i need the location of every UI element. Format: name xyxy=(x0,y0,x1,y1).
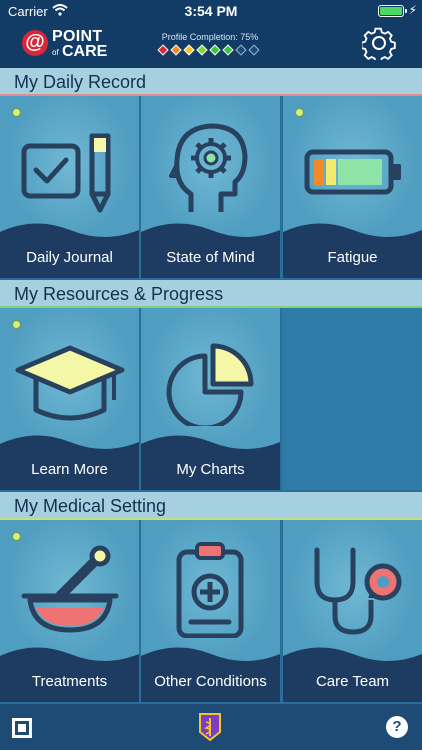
section-header-medical-setting: My Medical Setting xyxy=(0,492,422,520)
profile-completion-label: Profile Completion: 75% xyxy=(161,32,259,42)
completion-diamond xyxy=(157,44,169,56)
clipboard-medical-icon xyxy=(176,542,244,638)
tile-learn-more[interactable]: Learn More xyxy=(0,308,139,490)
help-button[interactable]: ? xyxy=(386,716,408,738)
section-header-daily-record: My Daily Record xyxy=(0,68,422,96)
section-header-resources-progress: My Resources & Progress xyxy=(0,280,422,308)
tile-other-conditions[interactable]: Other Conditions xyxy=(141,520,280,702)
completion-diamond xyxy=(170,44,182,56)
completion-diamond xyxy=(248,44,260,56)
bottom-bar: ? xyxy=(0,704,422,750)
completion-diamond xyxy=(235,44,247,56)
tile-daily-journal[interactable]: Daily Journal xyxy=(0,96,139,278)
tile-label: Learn More xyxy=(31,461,108,478)
clock: 3:54 PM xyxy=(184,3,238,19)
completion-diamond xyxy=(196,44,208,56)
top-bar: Carrier 3:54 PM ⚡ @ POINT of CARE Profil… xyxy=(0,0,422,68)
journal-checkbox-pencil-icon xyxy=(21,133,111,213)
battery-tip xyxy=(405,9,407,13)
pie-chart-icon xyxy=(166,343,254,426)
head-gear-icon xyxy=(169,123,248,212)
profile-completion-indicator xyxy=(157,44,269,56)
tile-label: State of Mind xyxy=(166,249,255,266)
mortar-pestle-icon xyxy=(21,545,119,633)
tile-label: Care Team xyxy=(315,673,390,690)
tile-care-team[interactable]: Care Team xyxy=(283,520,422,702)
tile-label: Treatments xyxy=(31,673,108,690)
completion-diamond xyxy=(209,44,221,56)
tile-my-charts[interactable]: My Charts xyxy=(141,308,280,490)
tile-state-of-mind[interactable]: State of Mind xyxy=(141,96,280,278)
stethoscope-icon xyxy=(314,547,402,635)
empty-tile-slot xyxy=(282,308,422,490)
tile-fatigue[interactable]: Fatigue xyxy=(283,96,422,278)
point-of-care-logo: @ POINT of CARE xyxy=(22,28,112,60)
completion-diamond xyxy=(222,44,234,56)
logo-of-text: of xyxy=(52,48,59,57)
medical-badge-icon[interactable] xyxy=(198,712,222,742)
gear-icon[interactable] xyxy=(362,26,396,60)
status-bar: Carrier 3:54 PM ⚡ xyxy=(0,0,422,22)
tile-label: My Charts xyxy=(176,461,245,478)
battery-level-icon xyxy=(304,149,401,195)
tile-treatments[interactable]: Treatments xyxy=(0,520,139,702)
completion-diamond xyxy=(183,44,195,56)
logo-at-icon: @ xyxy=(22,30,48,56)
tile-label: Daily Journal xyxy=(26,249,113,266)
graduation-cap-icon xyxy=(15,345,125,421)
battery-icon xyxy=(378,5,404,17)
qr-scan-icon[interactable] xyxy=(12,718,32,738)
tile-label: Fatigue xyxy=(327,249,378,266)
tile-label: Other Conditions xyxy=(154,673,267,690)
charging-icon: ⚡ xyxy=(408,3,417,17)
logo-care-text: CARE xyxy=(62,43,108,60)
